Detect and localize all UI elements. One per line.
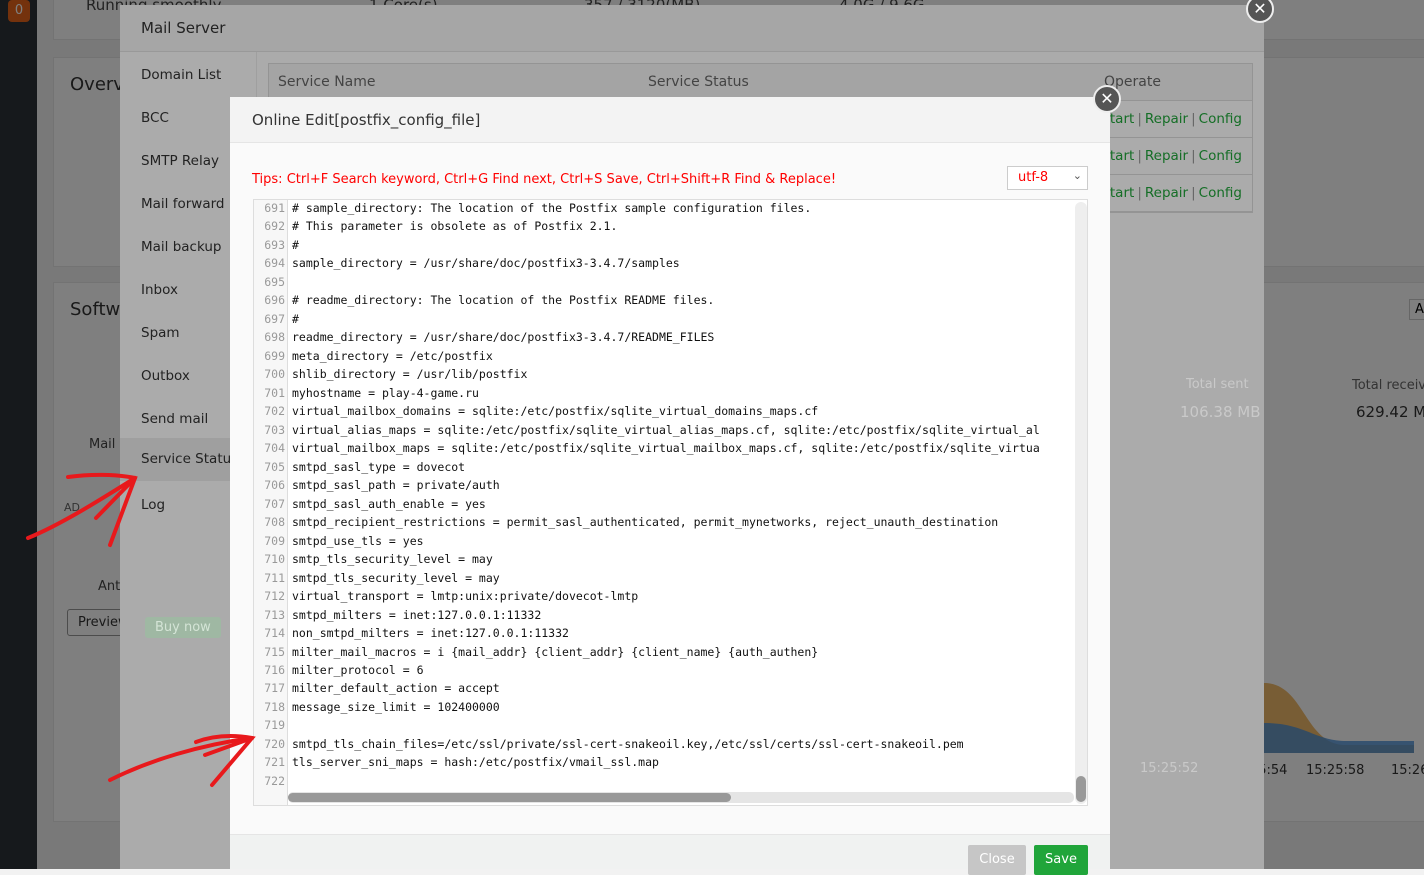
encoding-value: utf-8 bbox=[1018, 170, 1049, 185]
code-line[interactable]: smtpd_tls_chain_files=/etc/ssl/private/s… bbox=[292, 737, 964, 751]
total-sent-value: 106.38 MB bbox=[1180, 403, 1261, 421]
code-line[interactable]: smtpd_use_tls = yes bbox=[292, 534, 424, 548]
code-line[interactable]: non_smtpd_milters = inet:127.0.0.1:11332 bbox=[292, 626, 569, 640]
code-editor[interactable]: 691 # sample_directory: The location of t… bbox=[253, 199, 1088, 806]
save-button[interactable]: Save bbox=[1034, 845, 1088, 875]
online-edit-dialog: Online Edit[postfix_config_file] Tips: C… bbox=[230, 97, 1110, 875]
code-line[interactable]: smtp_tls_security_level = may bbox=[292, 552, 493, 566]
arrow-annotation-service-status bbox=[26, 476, 137, 540]
code-line[interactable]: smtpd_tls_security_level = may bbox=[292, 571, 500, 585]
dialog-close-icon[interactable]: ✕ bbox=[1093, 85, 1121, 113]
dialog-footer: Close Save bbox=[230, 834, 1110, 875]
vertical-scroll-thumb[interactable] bbox=[1076, 776, 1086, 802]
code-line[interactable]: myhostname = play-4-game.ru bbox=[292, 386, 479, 400]
code-line[interactable]: sample_directory = /usr/share/doc/postfi… bbox=[292, 256, 680, 270]
red-annotation-arrows bbox=[26, 472, 256, 787]
code-line[interactable]: virtual_transport = lmtp:unix:private/do… bbox=[292, 589, 638, 603]
code-line[interactable]: milter_mail_macros = i {mail_addr} {clie… bbox=[292, 645, 818, 659]
code-line[interactable]: smtpd_sasl_type = dovecot bbox=[292, 460, 465, 474]
code-line[interactable]: smtpd_milters = inet:127.0.0.1:11332 bbox=[292, 608, 541, 622]
code-line[interactable]: meta_directory = /etc/postfix bbox=[292, 349, 493, 363]
code-line[interactable]: message_size_limit = 102400000 bbox=[292, 700, 500, 714]
code-line[interactable]: # sample_directory: The location of the … bbox=[292, 201, 811, 215]
encoding-select[interactable]: utf-8 ⌄ bbox=[1007, 166, 1088, 190]
tips-text: Tips: Ctrl+F Search keyword, Ctrl+G Find… bbox=[252, 172, 837, 187]
code-line[interactable]: milter_protocol = 6 bbox=[292, 663, 424, 677]
code-line[interactable]: smtpd_sasl_auth_enable = yes bbox=[292, 497, 486, 511]
code-line[interactable]: shlib_directory = /usr/lib/postfix bbox=[292, 367, 527, 381]
chart-time-label: 15:25:52 bbox=[1140, 761, 1199, 776]
total-sent-label: Total sent bbox=[1186, 377, 1249, 392]
code-line[interactable]: # This parameter is obsolete as of Postf… bbox=[292, 219, 617, 233]
horizontal-scroll-thumb[interactable] bbox=[288, 793, 731, 802]
code-line[interactable]: milter_default_action = accept bbox=[292, 681, 500, 695]
code-line[interactable]: tls_server_sni_maps = hash:/etc/postfix/… bbox=[292, 755, 659, 769]
code-line[interactable]: readme_directory = /usr/share/doc/postfi… bbox=[292, 330, 714, 344]
code-line[interactable]: virtual_mailbox_domains = sqlite:/etc/po… bbox=[292, 404, 818, 418]
vertical-scrollbar[interactable] bbox=[1075, 202, 1087, 804]
code-line[interactable]: smtpd_sasl_path = private/auth bbox=[292, 478, 500, 492]
code-line[interactable]: smtpd_recipient_restrictions = permit_sa… bbox=[292, 515, 998, 529]
dialog-header: Online Edit[postfix_config_file] bbox=[230, 97, 1110, 143]
chevron-down-icon: ⌄ bbox=[1072, 169, 1082, 182]
code-line[interactable]: virtual_alias_maps = sqlite:/etc/postfix… bbox=[292, 423, 1040, 437]
code-line[interactable]: # readme_directory: The location of the … bbox=[292, 293, 714, 307]
code-line[interactable]: virtual_mailbox_maps = sqlite:/etc/postf… bbox=[292, 441, 1040, 455]
close-button[interactable]: Close bbox=[968, 845, 1026, 875]
